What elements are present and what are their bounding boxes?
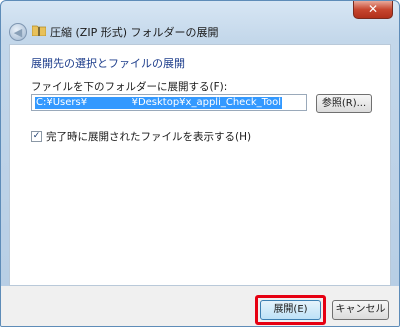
back-button[interactable]: ◀	[9, 23, 27, 41]
title-bar: ◀ 圧縮 (ZIP 形式) フォルダーの展開 ✕	[1, 1, 399, 41]
window-title: 圧縮 (ZIP 形式) フォルダーの展開	[50, 26, 219, 39]
show-files-checkbox[interactable]: ✓	[31, 131, 42, 142]
destination-path-text: C:¥Users¥ ¥Desktop¥x_appli_Check_Tool	[35, 97, 283, 109]
close-icon: ✕	[367, 2, 379, 16]
destination-path-input[interactable]: C:¥Users¥ ¥Desktop¥x_appli_Check_Tool	[31, 94, 307, 111]
show-files-label: 完了時に展開されたファイルを表示する(H)	[46, 131, 252, 143]
dialog-content: 展開先の選択とファイルの展開 ファイルを下のフォルダーに展開する(F): C:¥…	[9, 44, 391, 286]
dialog-footer: 展開(E) キャンセル	[1, 286, 399, 326]
extract-button[interactable]: 展開(E)	[260, 300, 321, 320]
browse-button[interactable]: 参照(R)...	[316, 94, 372, 113]
close-button[interactable]: ✕	[353, 1, 393, 19]
back-arrow-icon: ◀	[13, 25, 23, 39]
zip-folder-icon	[32, 25, 46, 36]
extract-dialog-window: ◀ 圧縮 (ZIP 形式) フォルダーの展開 ✕ 展開先の選択とファイルの展開 …	[0, 0, 400, 327]
show-files-option[interactable]: ✓ 完了時に展開されたファイルを表示する(H)	[31, 129, 251, 144]
section-heading: 展開先の選択とファイルの展開	[31, 57, 185, 70]
cancel-button[interactable]: キャンセル	[332, 300, 389, 320]
destination-label: ファイルを下のフォルダーに展開する(F):	[31, 81, 228, 93]
